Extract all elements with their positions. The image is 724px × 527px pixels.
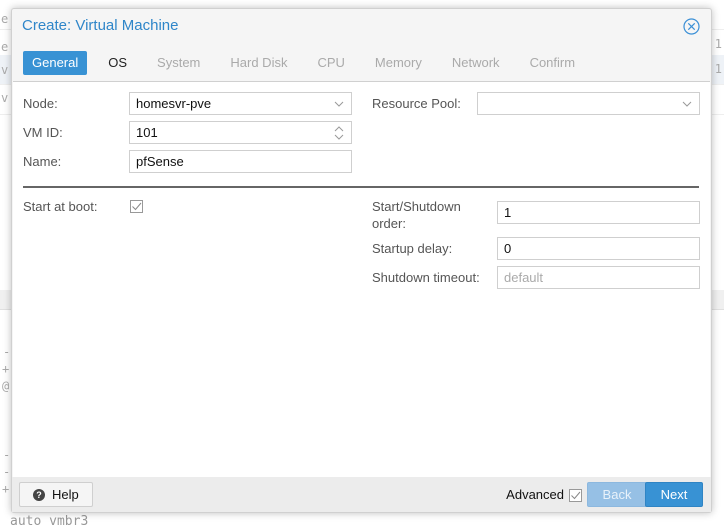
general-panel: Node: homesvr-pve VM ID: 101 Name: pfSen…	[13, 81, 710, 479]
name-input[interactable]: pfSense	[129, 150, 352, 173]
back-button[interactable]: Back	[587, 482, 647, 507]
tab-cpu[interactable]: CPU	[308, 51, 353, 75]
chevron-down-icon[interactable]	[681, 93, 693, 114]
tab-network[interactable]: Network	[443, 51, 509, 75]
spinner-arrows-icon[interactable]	[333, 122, 345, 143]
tab-general[interactable]: General	[23, 51, 88, 75]
start-at-boot-checkbox[interactable]	[130, 200, 143, 213]
help-button-label: Help	[52, 487, 79, 502]
wizard-tabs: General OS System Hard Disk CPU Memory N…	[23, 51, 586, 75]
bg-fragment: -	[3, 345, 11, 359]
vmid-spinner[interactable]: 101	[129, 121, 352, 144]
start-shutdown-order-value: 1	[504, 205, 512, 220]
bg-config-text: auto vmbr3	[10, 514, 89, 527]
bg-fragment: e	[1, 12, 9, 26]
start-shutdown-order-label-line1: Start/Shutdown	[372, 199, 461, 214]
start-shutdown-order-input[interactable]: 1	[497, 201, 700, 224]
tab-hard-disk[interactable]: Hard Disk	[221, 51, 296, 75]
resource-pool-select[interactable]	[477, 92, 700, 115]
bg-fragment: +	[2, 362, 10, 376]
bg-fragment: -	[3, 465, 11, 479]
dialog-footer: ? Help Advanced Back Next	[12, 477, 711, 512]
name-label: Name:	[23, 154, 62, 169]
close-circle-icon	[683, 18, 700, 35]
shutdown-timeout-label: Shutdown timeout:	[372, 270, 480, 285]
resource-pool-label: Resource Pool:	[372, 96, 461, 111]
startup-delay-value: 0	[504, 241, 512, 256]
tab-memory[interactable]: Memory	[366, 51, 431, 75]
startup-delay-input[interactable]: 0	[497, 237, 700, 260]
checkmark-icon	[132, 202, 142, 211]
bg-fragment: v	[1, 63, 9, 77]
vmid-value: 101	[136, 125, 158, 140]
help-button[interactable]: ? Help	[19, 482, 93, 507]
tab-os[interactable]: OS	[99, 51, 136, 75]
next-button[interactable]: Next	[645, 482, 703, 507]
tab-confirm[interactable]: Confirm	[521, 51, 585, 75]
close-button[interactable]	[683, 18, 700, 35]
chevron-down-icon[interactable]	[333, 93, 345, 114]
startup-delay-label: Startup delay:	[372, 241, 453, 256]
help-question-icon: ?	[33, 489, 45, 501]
node-label: Node:	[23, 96, 58, 111]
shutdown-timeout-placeholder: default	[504, 270, 544, 285]
name-value: pfSense	[136, 154, 184, 169]
dialog-title: Create: Virtual Machine	[22, 17, 179, 34]
start-shutdown-order-label: Start/Shutdown order:	[372, 198, 461, 232]
tab-system[interactable]: System	[148, 51, 209, 75]
advanced-checkbox[interactable]	[569, 489, 582, 502]
bg-fragment: @	[2, 379, 10, 393]
bg-fragment: -	[3, 448, 11, 462]
node-select[interactable]: homesvr-pve	[129, 92, 352, 115]
bg-fragment: +	[2, 482, 10, 496]
shutdown-timeout-input[interactable]: default	[497, 266, 700, 289]
create-vm-dialog: Create: Virtual Machine General OS Syste…	[11, 8, 712, 513]
vmid-label: VM ID:	[23, 125, 63, 140]
bg-fragment: e	[1, 40, 9, 54]
section-divider	[23, 186, 699, 188]
checkmark-icon	[571, 491, 581, 500]
advanced-label: Advanced	[506, 487, 564, 502]
node-value: homesvr-pve	[136, 96, 212, 111]
start-shutdown-order-label-line2: order:	[372, 216, 406, 231]
bg-fragment: v	[1, 91, 9, 105]
start-at-boot-label: Start at boot:	[23, 199, 98, 214]
